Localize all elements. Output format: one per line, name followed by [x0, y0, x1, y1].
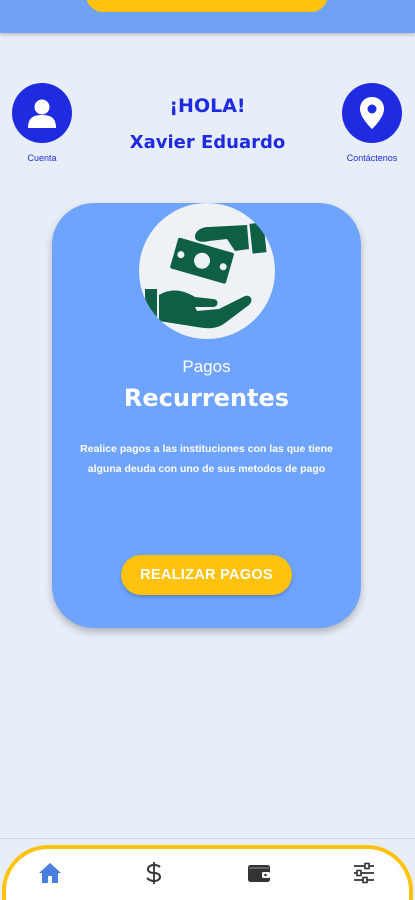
dollar-icon: [146, 862, 162, 884]
contact-label: Contáctenos: [346, 153, 398, 163]
recurring-payments-card: Pagos Recurrentes Realice pagos a las in…: [52, 203, 361, 628]
home-icon: [39, 863, 61, 883]
nav-payments[interactable]: [140, 861, 168, 885]
sliders-icon: [354, 862, 374, 884]
make-payments-button[interactable]: REALIZAR PAGOS: [121, 555, 292, 595]
money-exchange-icon: [145, 222, 267, 329]
account-label: Cuenta: [27, 153, 57, 163]
bottom-divider: [0, 838, 415, 839]
card-icon-badge: [139, 203, 275, 339]
location-pin-icon: [360, 97, 384, 129]
wallet-icon: [248, 865, 270, 882]
nav-settings[interactable]: [350, 861, 378, 885]
card-subtitle: Pagos: [182, 357, 231, 376]
nav-home[interactable]: [36, 861, 64, 885]
card-title: Recurrentes: [123, 384, 290, 412]
contact-button[interactable]: [342, 83, 402, 143]
header-accent-pill: [86, 0, 328, 12]
nav-wallet[interactable]: [245, 861, 273, 885]
card-description: Realice pagos a las instituciones con la…: [80, 443, 333, 475]
top-header-bar: [0, 0, 415, 33]
